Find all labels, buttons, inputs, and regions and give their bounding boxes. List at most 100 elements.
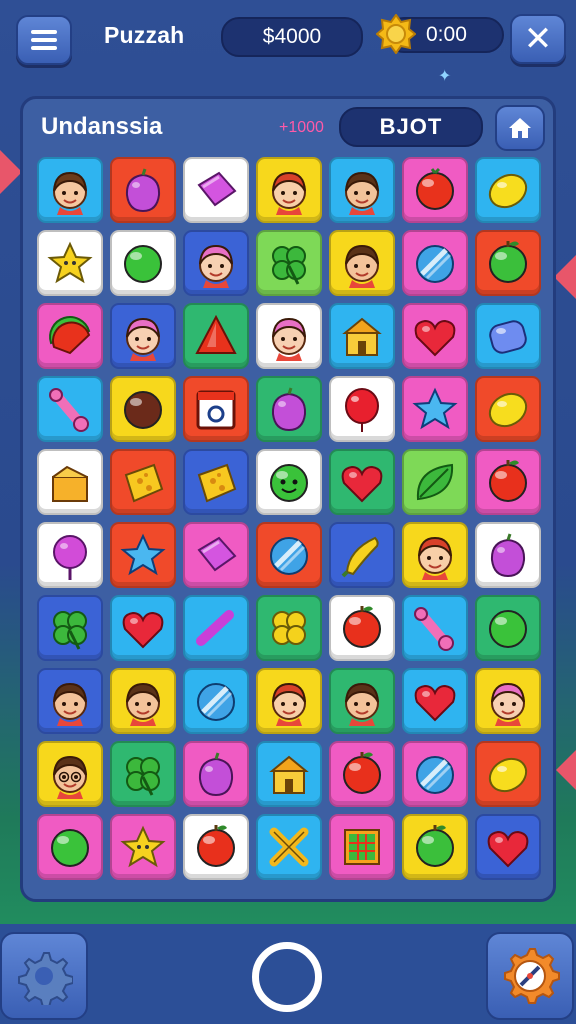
tile-face-pink[interactable] bbox=[183, 230, 249, 296]
tile-tomato[interactable] bbox=[402, 157, 468, 223]
tile-face-boy[interactable] bbox=[329, 157, 395, 223]
tile-clover[interactable] bbox=[37, 595, 103, 661]
tile-red-apple[interactable] bbox=[475, 449, 541, 515]
tile-clover-yellow[interactable] bbox=[256, 595, 322, 661]
tile-candy-bar[interactable] bbox=[183, 522, 249, 588]
close-button[interactable]: ✕ bbox=[510, 14, 566, 64]
tile-leaf[interactable] bbox=[402, 449, 468, 515]
lemon-icon bbox=[488, 757, 528, 793]
tile-triangle[interactable] bbox=[183, 303, 249, 369]
blue-orb-icon bbox=[416, 756, 454, 794]
tile-plum[interactable] bbox=[110, 157, 176, 223]
tile-face-redhair[interactable] bbox=[256, 668, 322, 734]
cheese-house-icon bbox=[269, 755, 309, 794]
tile-cheese-house[interactable] bbox=[256, 741, 322, 807]
tile-face-pink[interactable] bbox=[256, 303, 322, 369]
tile-red-balloon[interactable] bbox=[329, 376, 395, 442]
lemon-icon bbox=[488, 173, 528, 209]
tile-green-ball[interactable] bbox=[37, 814, 103, 880]
tile-blue-orb[interactable] bbox=[402, 230, 468, 296]
tile-blue-gem[interactable] bbox=[475, 303, 541, 369]
tile-bone[interactable] bbox=[402, 595, 468, 661]
tile-cheese-block[interactable] bbox=[110, 449, 176, 515]
tile-heart[interactable] bbox=[402, 303, 468, 369]
tile-green-apple[interactable] bbox=[402, 814, 468, 880]
center-action-button[interactable] bbox=[252, 942, 322, 1012]
tile-face-redhair[interactable] bbox=[402, 522, 468, 588]
tile-candy-bar[interactable] bbox=[183, 157, 249, 223]
brown-ball-icon bbox=[124, 391, 162, 429]
tile-lemon[interactable] bbox=[475, 741, 541, 807]
tile-cheese-block[interactable] bbox=[183, 449, 249, 515]
tile-brown-ball[interactable] bbox=[110, 376, 176, 442]
tile-calendar[interactable] bbox=[183, 376, 249, 442]
tile-face-boy[interactable] bbox=[110, 668, 176, 734]
tile-check[interactable] bbox=[183, 595, 249, 661]
tile-corn[interactable] bbox=[329, 522, 395, 588]
tile-plum[interactable] bbox=[183, 741, 249, 807]
tile-star-yellow[interactable] bbox=[110, 814, 176, 880]
tile-face-boy[interactable] bbox=[329, 230, 395, 296]
tile-lemon[interactable] bbox=[475, 157, 541, 223]
tile-green-ball[interactable] bbox=[475, 595, 541, 661]
tile-star-yellow[interactable] bbox=[37, 230, 103, 296]
tile-lemon[interactable] bbox=[475, 376, 541, 442]
home-button[interactable] bbox=[495, 105, 545, 151]
face-redhair-icon bbox=[418, 536, 452, 580]
tile-red-apple[interactable] bbox=[329, 595, 395, 661]
tile-face-girl[interactable] bbox=[37, 157, 103, 223]
tile-cross[interactable] bbox=[256, 814, 322, 880]
clover-icon bbox=[126, 757, 160, 796]
plum-icon bbox=[125, 168, 161, 213]
smiley-green-icon bbox=[270, 464, 308, 502]
tile-green-apple[interactable] bbox=[475, 230, 541, 296]
heart-icon bbox=[341, 465, 383, 503]
app-title: Puzzah bbox=[104, 22, 185, 48]
tile-face-pink[interactable] bbox=[475, 668, 541, 734]
blue-gem-icon bbox=[489, 320, 527, 354]
settings-button[interactable] bbox=[0, 932, 88, 1020]
tile-blue-orb[interactable] bbox=[256, 522, 322, 588]
tile-heart[interactable] bbox=[110, 595, 176, 661]
tile-smiley-green[interactable] bbox=[256, 449, 322, 515]
tile-plum[interactable] bbox=[475, 522, 541, 588]
tile-red-apple[interactable] bbox=[183, 814, 249, 880]
special-button[interactable] bbox=[486, 932, 574, 1020]
tile-star-blue[interactable] bbox=[402, 376, 468, 442]
money-display: $4000 bbox=[221, 17, 363, 57]
tile-clover[interactable] bbox=[256, 230, 322, 296]
cheese-block-icon bbox=[197, 463, 237, 503]
tile-cheese-house[interactable] bbox=[329, 303, 395, 369]
corn-icon bbox=[341, 536, 379, 578]
tile-face-boy[interactable] bbox=[37, 668, 103, 734]
tile-face-boy[interactable] bbox=[329, 668, 395, 734]
tile-face-redhair[interactable] bbox=[256, 157, 322, 223]
tile-heart[interactable] bbox=[329, 449, 395, 515]
tile-heart[interactable] bbox=[475, 814, 541, 880]
red-balloon-icon bbox=[345, 388, 379, 432]
menu-button[interactable] bbox=[16, 15, 72, 65]
star-blue-icon bbox=[120, 533, 166, 576]
bone-icon bbox=[414, 607, 454, 651]
home-icon bbox=[509, 118, 531, 138]
tile-grid-box[interactable] bbox=[329, 814, 395, 880]
face-girl-icon bbox=[53, 171, 87, 215]
tile-face-pink[interactable] bbox=[110, 303, 176, 369]
game-board: Undanssia +1000 BJOT bbox=[20, 96, 556, 902]
red-apple-icon bbox=[343, 752, 381, 794]
tile-clover[interactable] bbox=[110, 741, 176, 807]
tile-blue-orb[interactable] bbox=[402, 741, 468, 807]
tile-heart[interactable] bbox=[402, 668, 468, 734]
tile-bone[interactable] bbox=[37, 376, 103, 442]
tile-plum[interactable] bbox=[256, 376, 322, 442]
close-icon: ✕ bbox=[523, 19, 553, 59]
tile-cake[interactable] bbox=[37, 449, 103, 515]
tile-watermelon[interactable] bbox=[37, 303, 103, 369]
tile-face-glasses[interactable] bbox=[37, 741, 103, 807]
tile-red-apple[interactable] bbox=[329, 741, 395, 807]
tile-lollipop[interactable] bbox=[37, 522, 103, 588]
tile-blue-orb[interactable] bbox=[183, 668, 249, 734]
coin-icon bbox=[376, 14, 416, 54]
tile-green-ball[interactable] bbox=[110, 230, 176, 296]
tile-star-blue[interactable] bbox=[110, 522, 176, 588]
